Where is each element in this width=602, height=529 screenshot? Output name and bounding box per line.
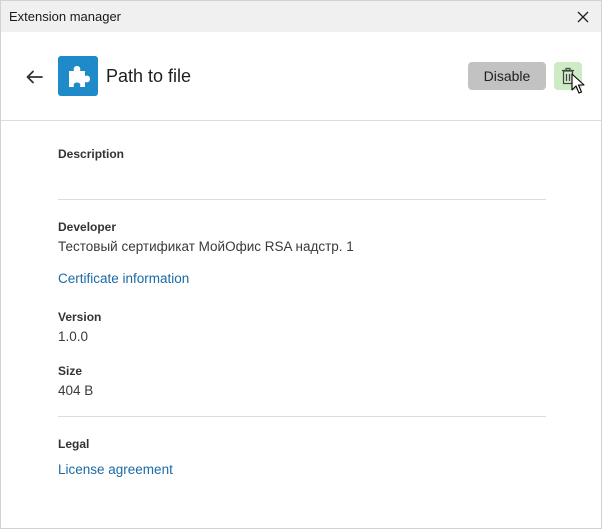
developer-value: Тестовый сертификат МойОфис RSA надстр. … xyxy=(58,239,354,254)
developer-label: Developer xyxy=(58,220,117,234)
mouse-cursor-icon xyxy=(571,73,585,94)
extension-manager-window: Extension manager Path to file Disable D… xyxy=(0,0,602,529)
certificate-information-link[interactable]: Certificate information xyxy=(58,271,189,286)
title-bar: Extension manager xyxy=(1,1,601,32)
extension-header: Path to file Disable xyxy=(1,32,601,121)
size-value: 404 B xyxy=(58,383,94,398)
extension-icon xyxy=(58,56,98,96)
license-agreement-link[interactable]: License agreement xyxy=(58,462,173,477)
disable-button[interactable]: Disable xyxy=(468,62,546,90)
puzzle-piece-icon xyxy=(69,66,90,87)
divider xyxy=(58,199,546,200)
arrow-left-icon xyxy=(26,70,43,84)
version-value: 1.0.0 xyxy=(58,329,89,344)
description-label: Description xyxy=(58,147,125,161)
legal-label: Legal xyxy=(58,437,90,451)
back-button[interactable] xyxy=(21,63,49,91)
divider xyxy=(58,416,546,417)
close-icon xyxy=(577,11,589,23)
close-button[interactable] xyxy=(571,5,595,29)
window-title: Extension manager xyxy=(9,9,122,24)
version-label: Version xyxy=(58,310,102,324)
size-label: Size xyxy=(58,364,83,378)
extension-name: Path to file xyxy=(106,66,192,86)
